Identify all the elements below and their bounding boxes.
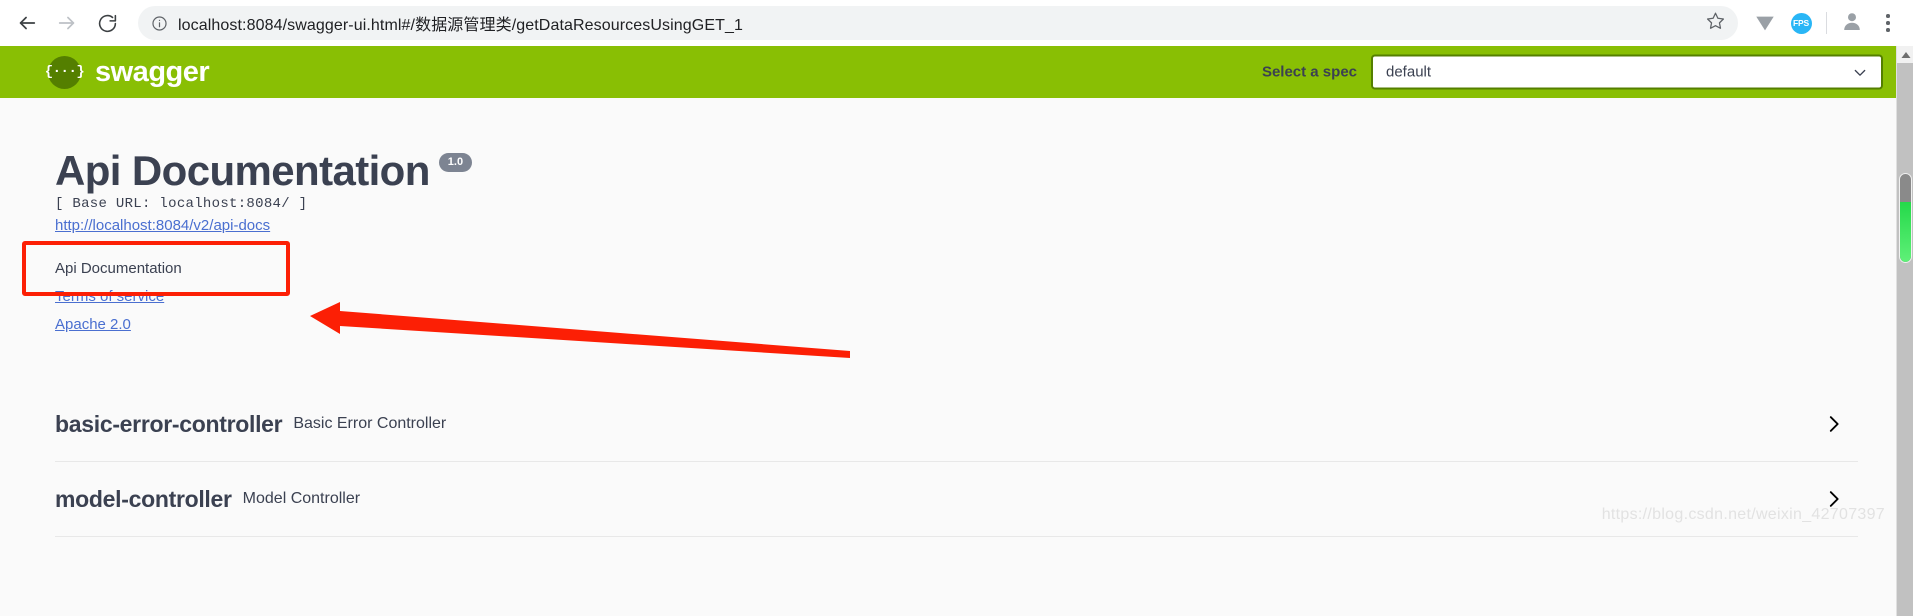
fps-badge-label: FPS bbox=[1790, 12, 1812, 34]
chevron-down-icon bbox=[1852, 64, 1868, 80]
user-avatar-icon bbox=[1840, 9, 1864, 38]
toolbar-divider bbox=[1826, 12, 1827, 34]
profile-avatar-button[interactable] bbox=[1835, 6, 1869, 40]
api-description: Api Documentation bbox=[55, 260, 182, 277]
spec-selector-label: Select a spec bbox=[1261, 63, 1357, 81]
vue-devtools-icon[interactable] bbox=[1748, 6, 1782, 40]
api-docs-url-link[interactable]: http://localhost:8084/v2/api-docs bbox=[55, 217, 270, 234]
forward-button[interactable] bbox=[50, 6, 84, 40]
scrollbar-thumb[interactable] bbox=[1899, 173, 1912, 263]
scrollbar-thumb-progress bbox=[1900, 202, 1911, 262]
tag-name: model-controller bbox=[55, 485, 232, 512]
api-title-row: Api Documentation 1.0 bbox=[55, 150, 1913, 192]
swagger-wordmark: swagger bbox=[95, 55, 210, 88]
browser-toolbar: localhost:8084/swagger-ui.html#/数据源管理类/g… bbox=[0, 0, 1913, 46]
swagger-braces-icon: {···} bbox=[45, 55, 85, 89]
address-bar[interactable]: localhost:8084/swagger-ui.html#/数据源管理类/g… bbox=[138, 6, 1738, 40]
scrollbar-track[interactable] bbox=[1897, 63, 1913, 616]
url-text: localhost:8084/swagger-ui.html#/数据源管理类/g… bbox=[178, 17, 743, 34]
terms-of-service-link[interactable]: Terms of service bbox=[55, 288, 164, 305]
swagger-logo-link[interactable]: {···} swagger bbox=[45, 55, 210, 89]
browser-extensions: FPS bbox=[1748, 6, 1869, 40]
page-viewport: {···} swagger Select a spec default Api … bbox=[0, 46, 1913, 616]
forward-arrow-icon bbox=[56, 12, 78, 34]
page-scrollbar[interactable] bbox=[1896, 46, 1913, 616]
spec-select-dropdown[interactable]: default bbox=[1371, 54, 1883, 90]
chrome-menu-button[interactable] bbox=[1873, 6, 1903, 40]
spec-selector-group: Select a spec default bbox=[1261, 54, 1883, 90]
scroll-up-arrow-icon[interactable] bbox=[1897, 46, 1913, 63]
tag-section-basic-error-controller[interactable]: basic-error-controller Basic Error Contr… bbox=[55, 387, 1858, 462]
api-info-block: Api Documentation 1.0 [ Base URL: localh… bbox=[0, 98, 1913, 333]
tag-description: Model Controller bbox=[242, 490, 361, 507]
back-arrow-icon bbox=[16, 12, 38, 34]
bookmark-star-button[interactable] bbox=[1702, 10, 1728, 36]
fps-meter-icon[interactable]: FPS bbox=[1784, 6, 1818, 40]
tag-sections: basic-error-controller Basic Error Contr… bbox=[0, 387, 1913, 537]
chevron-right-icon[interactable] bbox=[1823, 488, 1845, 510]
tag-description: Basic Error Controller bbox=[293, 415, 447, 432]
swagger-topbar: {···} swagger Select a spec default bbox=[0, 46, 1913, 98]
reload-icon bbox=[97, 13, 118, 34]
tag-section-model-controller[interactable]: model-controller Model Controller bbox=[55, 462, 1858, 537]
menu-dot bbox=[1886, 14, 1890, 18]
version-badge: 1.0 bbox=[438, 153, 473, 172]
base-url-text: [ Base URL: localhost:8084/ ] bbox=[55, 196, 308, 212]
menu-dot bbox=[1886, 28, 1890, 32]
tag-name: basic-error-controller bbox=[55, 410, 283, 437]
browser-nav-group bbox=[10, 6, 124, 40]
license-link[interactable]: Apache 2.0 bbox=[55, 316, 131, 333]
site-info-icon[interactable] bbox=[151, 15, 168, 32]
back-button[interactable] bbox=[10, 6, 44, 40]
page-title: Api Documentation bbox=[55, 147, 430, 194]
star-outline-icon bbox=[1706, 11, 1725, 35]
chevron-right-icon[interactable] bbox=[1823, 413, 1845, 435]
menu-dot bbox=[1886, 21, 1890, 25]
reload-button[interactable] bbox=[90, 6, 124, 40]
spec-select-value: default bbox=[1386, 63, 1432, 81]
swagger-content: Api Documentation 1.0 [ Base URL: localh… bbox=[0, 98, 1913, 537]
